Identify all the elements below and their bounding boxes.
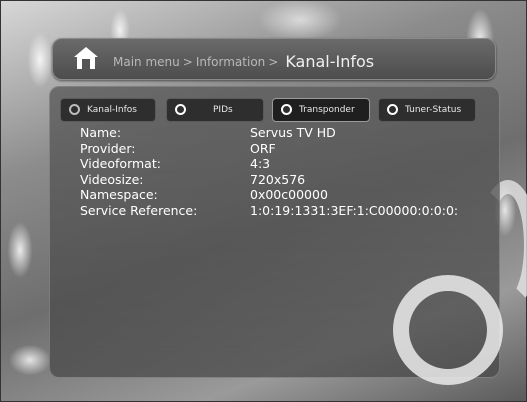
radio-icon — [281, 104, 292, 115]
decorative-ring — [393, 275, 503, 385]
breadcrumb: Main menu > Information > Kanal-Infos — [113, 51, 375, 71]
info-value: 1:0:19:1331:3EF:1:C00000:0:0:0: — [250, 202, 459, 218]
breadcrumb-separator: > — [268, 55, 279, 69]
tab-label: PIDs — [213, 105, 233, 115]
tab-kanal-infos[interactable]: Kanal-Infos — [60, 98, 156, 122]
info-value: Servus TV HD — [250, 125, 336, 140]
tab-tuner-status[interactable]: Tuner-Status — [378, 98, 476, 122]
header-bar: Main menu > Information > Kanal-Infos — [52, 38, 496, 80]
radio-icon — [69, 104, 80, 115]
home-icon[interactable] — [73, 46, 99, 70]
tab-label: Kanal-Infos — [87, 105, 137, 115]
info-key: Name: — [80, 125, 122, 140]
info-key: Provider: — [80, 140, 136, 156]
info-key: Service Reference: — [80, 202, 198, 218]
tab-label: Transponder — [299, 105, 355, 115]
breadcrumb-main-menu[interactable]: Main menu — [113, 55, 180, 69]
page-title: Kanal-Infos — [285, 52, 375, 71]
breadcrumb-information[interactable]: Information — [196, 55, 265, 69]
info-key: Videosize: — [80, 171, 144, 187]
radio-icon — [387, 104, 398, 115]
info-value: 720x576 — [250, 171, 306, 187]
info-value: 4:3 — [250, 156, 271, 171]
tab-pids[interactable]: PIDs — [166, 98, 264, 122]
radio-icon — [175, 104, 186, 115]
info-value: ORF — [250, 140, 276, 156]
tab-label: Tuner-Status — [405, 105, 462, 115]
tab-transponder[interactable]: Transponder — [272, 98, 370, 122]
info-value: 0x00c00000 — [250, 187, 328, 202]
info-key: Videoformat: — [80, 156, 161, 171]
breadcrumb-separator: > — [182, 55, 193, 69]
info-key: Namespace: — [80, 187, 158, 202]
